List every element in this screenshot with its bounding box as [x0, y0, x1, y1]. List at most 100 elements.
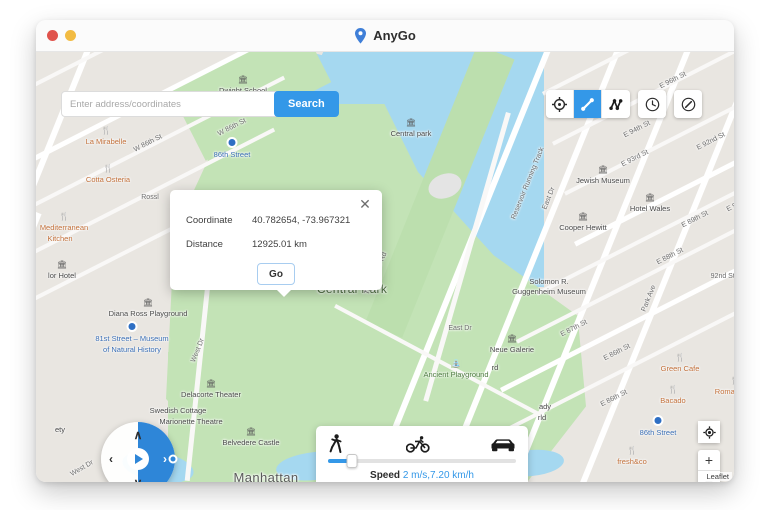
gray-poi-icon: 🏛 — [237, 75, 249, 84]
map-street-label: E 86th St — [602, 342, 632, 363]
map-poi-label: Diana Ross Playground — [108, 309, 188, 318]
car-mode-icon[interactable] — [490, 438, 516, 453]
history-button-wrap — [638, 90, 666, 118]
popup-pointer — [276, 289, 292, 297]
joystick-up-icon[interactable]: ∧ — [134, 429, 143, 441]
map-poi-label: fresh&co — [617, 457, 647, 466]
map-poi-label: ady — [538, 402, 552, 411]
gray-poi-icon: 🏛 — [577, 212, 589, 221]
app-window: AnyGo Manhattan W 86th St W 86th St E 96… — [36, 20, 734, 482]
coordinate-value: 40.782654, -73.967321 — [252, 215, 351, 226]
coordinate-popup: ✕ Coordinate 40.782654, -73.967321 Dista… — [170, 190, 382, 297]
window-title: AnyGo — [36, 27, 734, 44]
park-poi-icon: ⛲ — [451, 359, 461, 368]
locate-me-button[interactable] — [698, 421, 720, 443]
compass-icon — [681, 97, 695, 111]
walk-mode-icon[interactable] — [328, 434, 345, 453]
window-controls — [47, 30, 94, 41]
speed-mode-icons — [328, 433, 516, 453]
joystick-toggle-wrap — [674, 90, 702, 118]
map-poi-label: Solomon R. — [529, 277, 569, 286]
gray-poi-icon: 🏛 — [56, 260, 68, 269]
joystick-left-icon[interactable]: ‹ — [109, 453, 113, 465]
map-poi-label: Hotel Wales — [629, 204, 671, 213]
map-poi-label: Mediterranean — [39, 223, 89, 232]
map-poi-label: La Mirabelle — [85, 137, 127, 146]
direction-joystick[interactable]: ∧ ∨ ‹ › — [101, 422, 178, 482]
go-button[interactable]: Go — [257, 263, 295, 285]
map-poi-label: Jewish Museum — [576, 176, 630, 185]
coordinate-label: Coordinate — [186, 215, 233, 226]
food-poi-icon: 🍴 — [668, 385, 678, 394]
map-street-label: E 94th St — [622, 119, 652, 140]
map-poi-label: Bacado — [660, 396, 686, 405]
map-poi-label: Green Cafe — [660, 364, 700, 373]
window-title-text: AnyGo — [373, 28, 416, 43]
map-pin-icon — [355, 27, 367, 44]
map-poi-label: Cooper Hewitt — [559, 223, 607, 232]
food-poi-icon: 🍴 — [675, 353, 685, 362]
joystick-drag-handle[interactable] — [168, 454, 178, 464]
map-canvas[interactable]: Central ParkManhattanW 86th StW 86th StE… — [36, 52, 734, 482]
bike-mode-icon[interactable] — [405, 436, 430, 453]
joystick-right-icon[interactable]: › — [163, 453, 167, 465]
speed-readout: Speed 2 m/s,7.20 km/h — [328, 470, 516, 481]
map-street-label: West Dr — [69, 459, 95, 478]
map-poi-label: Central park — [390, 129, 432, 138]
search-button[interactable]: Search — [274, 91, 339, 117]
close-icon[interactable]: ✕ — [358, 197, 372, 211]
map-poi-label: ety — [54, 425, 66, 434]
gray-poi-icon: 🏛 — [597, 165, 609, 174]
subway-icon — [126, 321, 138, 332]
food-poi-icon: 🍴 — [627, 446, 637, 455]
gray-poi-icon: 🏛 — [205, 379, 217, 388]
joystick-down-icon[interactable]: ∨ — [134, 477, 143, 482]
gray-poi-icon: 🏛 — [644, 193, 656, 202]
map-poi-label: of Natural History — [103, 345, 161, 354]
food-poi-icon: 🍴 — [59, 212, 69, 221]
map-poi-label: 81st Street – Museum — [95, 334, 169, 343]
subway-icon — [652, 415, 664, 426]
speed-slider-thumb[interactable] — [346, 454, 358, 468]
search-bar: Search — [61, 91, 339, 117]
map-poi-label: 86th Street — [639, 428, 677, 437]
gray-poi-icon: 🏛 — [405, 118, 417, 127]
map-poi-label: lor Hotel — [48, 271, 76, 280]
map-street-label: Rossl — [141, 194, 159, 201]
map-poi-label: rd — [491, 363, 499, 372]
crosshair-icon — [552, 96, 567, 112]
joystick-toggle-button[interactable] — [674, 90, 702, 118]
speed-slider[interactable] — [328, 454, 516, 468]
locate-me-control — [698, 421, 720, 443]
map-street-label: 92nd Street Y — [710, 273, 734, 280]
distance-label: Distance — [186, 239, 223, 250]
minimize-window-button[interactable] — [65, 30, 76, 41]
food-poi-icon: 🍴 — [103, 164, 113, 173]
popup-actions: Go — [186, 263, 366, 285]
popup-row-distance: Distance 12925.01 km — [186, 239, 366, 250]
clock-icon — [645, 97, 659, 111]
mode-button-group — [546, 90, 630, 118]
map-poi-label: Delacorte Theater — [181, 390, 241, 399]
map-attribution[interactable]: Leaflet — [703, 472, 732, 481]
history-button[interactable] — [638, 90, 666, 118]
map-poi-label: Ancient Playground — [423, 370, 489, 379]
single-point-mode-button[interactable] — [546, 90, 574, 118]
map-poi-label: Guggenheim Museum — [512, 287, 586, 296]
search-input[interactable] — [61, 91, 276, 117]
food-poi-icon: 🍴 — [730, 377, 734, 385]
joystick-center-button[interactable] — [127, 448, 149, 470]
zoom-in-button[interactable]: + — [698, 450, 720, 471]
map-area-label: Manhattan — [233, 470, 299, 482]
map-poi-label: rld — [537, 413, 547, 422]
two-spot-route-mode-button[interactable] — [574, 90, 602, 118]
multi-spot-route-mode-button[interactable] — [602, 90, 630, 118]
two-point-route-icon — [581, 97, 594, 111]
zoom-window-button[interactable] — [83, 30, 94, 41]
map-poi-label: Swedish Cottage — [149, 406, 207, 415]
multi-point-route-icon — [608, 98, 622, 110]
map-poi-label: Cotta Osteria — [85, 175, 131, 184]
screenshot-root: AnyGo Manhattan W 86th St W 86th St E 96… — [0, 0, 770, 510]
title-bar: AnyGo — [36, 20, 734, 52]
close-window-button[interactable] — [47, 30, 58, 41]
